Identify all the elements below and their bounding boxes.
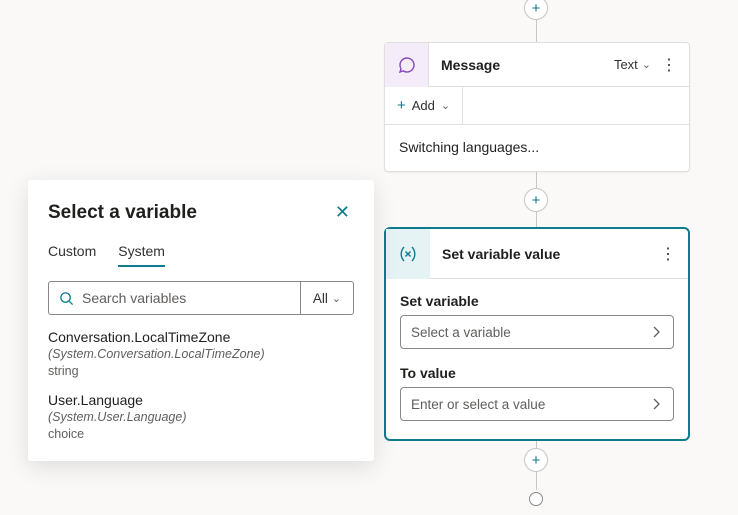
message-title: Message: [441, 57, 608, 73]
search-icon: [59, 291, 74, 306]
chevron-right-icon: [649, 325, 663, 339]
set-variable-card: Set variable value ⋮ Set variable Select…: [384, 227, 690, 441]
message-body[interactable]: Switching languages...: [385, 125, 689, 171]
variable-item[interactable]: User.Language (System.User.Language) cho…: [48, 392, 354, 441]
variable-type: choice: [48, 427, 354, 441]
add-button[interactable]: + Add ⌄: [385, 87, 463, 124]
select-variable-input[interactable]: Select a variable: [400, 315, 674, 349]
message-card: Message Text ⌄ ⋮ + Add ⌄ Switching langu…: [384, 42, 690, 172]
tabs: Custom System: [48, 243, 354, 267]
variable-path: (System.Conversation.LocalTimeZone): [48, 347, 354, 361]
search-input[interactable]: [82, 290, 290, 306]
variable-type: string: [48, 364, 354, 378]
filter-dropdown[interactable]: All ⌄: [300, 281, 354, 315]
close-icon[interactable]: ✕: [331, 200, 354, 225]
to-value-label: To value: [400, 365, 674, 381]
chevron-down-icon: ⌄: [441, 99, 450, 112]
message-header: Message Text ⌄ ⋮: [385, 43, 689, 87]
tab-custom[interactable]: Custom: [48, 243, 96, 267]
message-more-menu[interactable]: ⋮: [657, 55, 681, 75]
set-variable-header: Set variable value ⋮: [386, 229, 688, 279]
variable-path: (System.User.Language): [48, 410, 354, 424]
chevron-right-icon: [649, 397, 663, 411]
set-variable-label: Set variable: [400, 293, 674, 309]
variable-item[interactable]: Conversation.LocalTimeZone (System.Conve…: [48, 329, 354, 378]
variable-name: User.Language: [48, 392, 354, 408]
plus-icon: +: [397, 97, 406, 114]
panel-title: Select a variable: [48, 202, 197, 224]
variable-name: Conversation.LocalTimeZone: [48, 329, 354, 345]
flow-end: [529, 492, 543, 506]
chevron-down-icon: ⌄: [332, 292, 341, 305]
set-variable-title: Set variable value: [442, 246, 656, 262]
to-value-input[interactable]: Enter or select a value: [400, 387, 674, 421]
chevron-down-icon: ⌄: [642, 58, 651, 71]
set-variable-more-menu[interactable]: ⋮: [656, 244, 680, 264]
add-node-top[interactable]: +: [524, 0, 548, 20]
tab-system[interactable]: System: [118, 243, 165, 267]
add-node-bottom[interactable]: +: [524, 448, 548, 472]
message-type-dropdown[interactable]: Text ⌄: [608, 53, 657, 76]
message-icon: [385, 43, 429, 87]
variable-icon: [386, 229, 430, 279]
select-variable-panel: Select a variable ✕ Custom System All ⌄ …: [28, 180, 374, 461]
message-add-row: + Add ⌄: [385, 87, 689, 125]
search-box[interactable]: [48, 281, 300, 315]
add-node-middle[interactable]: +: [524, 188, 548, 212]
